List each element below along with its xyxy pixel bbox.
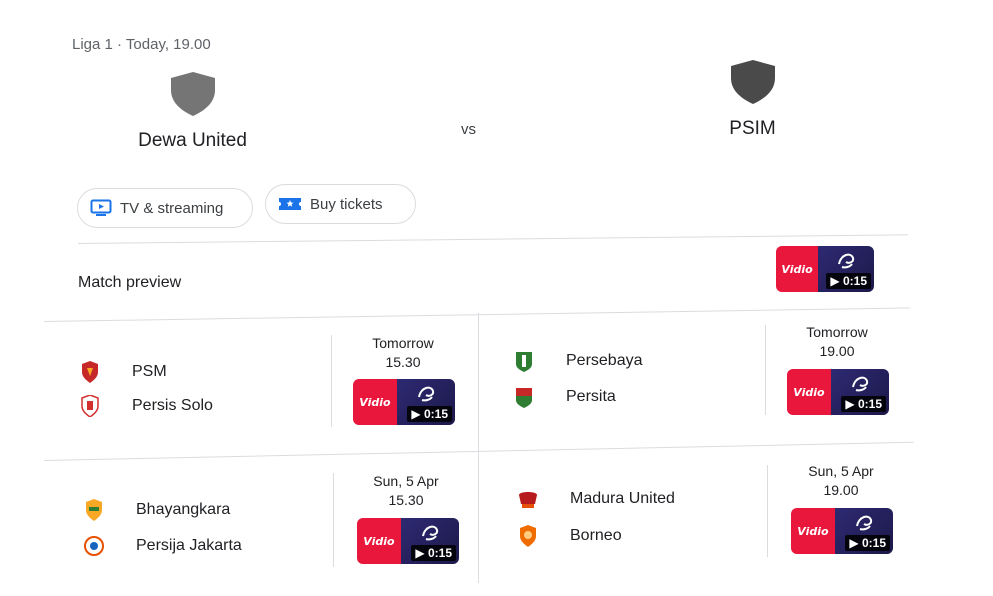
away-shield-icon (730, 60, 775, 104)
divider (765, 325, 766, 415)
persis-crest-icon (80, 395, 100, 417)
match-time: Sun, 5 Apr 15.30 (351, 472, 461, 510)
divider (77, 234, 908, 244)
match-away-team: Persita (514, 386, 616, 408)
match-time: Tomorrow 15.30 (348, 334, 458, 372)
match-away-team: Persija Jakarta (84, 535, 242, 557)
vidio-logo: Vidio (359, 395, 391, 409)
video-duration: ▶ 0:15 (841, 396, 886, 412)
home-shield-icon (170, 72, 215, 116)
league-info: Liga 1 · Today, 19.00 (72, 36, 211, 53)
vs-label: vs (461, 121, 476, 138)
persebaya-crest-icon (514, 350, 534, 372)
away-team[interactable]: PSIM (690, 60, 815, 140)
match-time: Tomorrow 19.00 (782, 323, 892, 361)
match-home-team: Madura United (518, 488, 675, 510)
persija-crest-icon (84, 535, 104, 557)
match-video-thumbnail[interactable]: Vidio ▶ 0:15 (357, 518, 459, 564)
vidio-logo: Vidio (781, 262, 813, 276)
liga-logo-icon (417, 386, 435, 402)
home-team-name: Dewa United (138, 130, 247, 151)
tv-streaming-button[interactable]: TV & streaming (77, 188, 253, 228)
video-duration: ▶ 0:15 (826, 273, 871, 289)
video-duration: ▶ 0:15 (411, 545, 456, 561)
divider (331, 335, 332, 427)
psm-crest-icon (80, 361, 100, 383)
divider (478, 313, 479, 583)
team-name: Madura United (570, 490, 675, 507)
divider (333, 473, 334, 567)
bhayangkara-crest-icon (84, 499, 104, 521)
ticket-icon (279, 198, 301, 210)
match-hour: 19.00 (819, 343, 855, 359)
team-name: Persija Jakarta (136, 537, 242, 554)
vidio-logo: Vidio (363, 534, 395, 548)
team-name: Borneo (570, 527, 622, 544)
match-home-team: PSM (80, 361, 167, 383)
match-away-team: Persis Solo (80, 395, 213, 417)
match-preview-thumbnail[interactable]: Vidio ▶ 0:15 (776, 246, 874, 292)
liga-logo-icon (838, 253, 855, 269)
match-day: Tomorrow (372, 335, 434, 351)
match-hour: 15.30 (385, 354, 421, 370)
tv-streaming-label: TV & streaming (120, 199, 224, 217)
match-video-thumbnail[interactable]: Vidio ▶ 0:15 (353, 379, 455, 425)
home-team[interactable]: Dewa United (120, 72, 265, 152)
match-video-thumbnail[interactable]: Vidio ▶ 0:15 (791, 508, 893, 554)
liga-logo-icon (851, 376, 869, 392)
video-duration: ▶ 0:15 (845, 535, 890, 551)
divider (43, 307, 910, 322)
match-day: Sun, 5 Apr (373, 473, 439, 489)
team-name: Persita (566, 388, 616, 405)
vidio-logo: Vidio (797, 524, 829, 538)
divider (767, 465, 768, 557)
buy-tickets-label: Buy tickets (310, 195, 383, 213)
match-day: Sun, 5 Apr (808, 463, 874, 479)
match-hour: 19.00 (823, 482, 859, 498)
match-time: Sun, 5 Apr 19.00 (786, 462, 896, 500)
liga-logo-icon (421, 525, 439, 541)
away-team-name: PSIM (729, 118, 776, 139)
team-name: Bhayangkara (136, 501, 231, 518)
borneo-crest-icon (518, 525, 538, 547)
persita-crest-icon (514, 386, 534, 408)
match-away-team: Borneo (518, 525, 622, 547)
team-name: Persis Solo (132, 397, 213, 414)
match-video-thumbnail[interactable]: Vidio ▶ 0:15 (787, 369, 889, 415)
match-home-team: Persebaya (514, 350, 643, 372)
team-name: PSM (132, 363, 167, 380)
match-preview-title: Match preview (78, 274, 182, 291)
match-day: Tomorrow (806, 324, 868, 340)
match-home-team: Bhayangkara (84, 499, 230, 521)
team-name: Persebaya (566, 352, 643, 369)
vidio-logo: Vidio (793, 385, 825, 399)
madura-crest-icon (518, 488, 538, 510)
buy-tickets-button[interactable]: Buy tickets (265, 184, 416, 224)
video-duration: ▶ 0:15 (407, 406, 452, 422)
tv-icon (90, 199, 112, 216)
match-hour: 15.30 (388, 492, 424, 508)
liga-logo-icon (855, 515, 873, 531)
